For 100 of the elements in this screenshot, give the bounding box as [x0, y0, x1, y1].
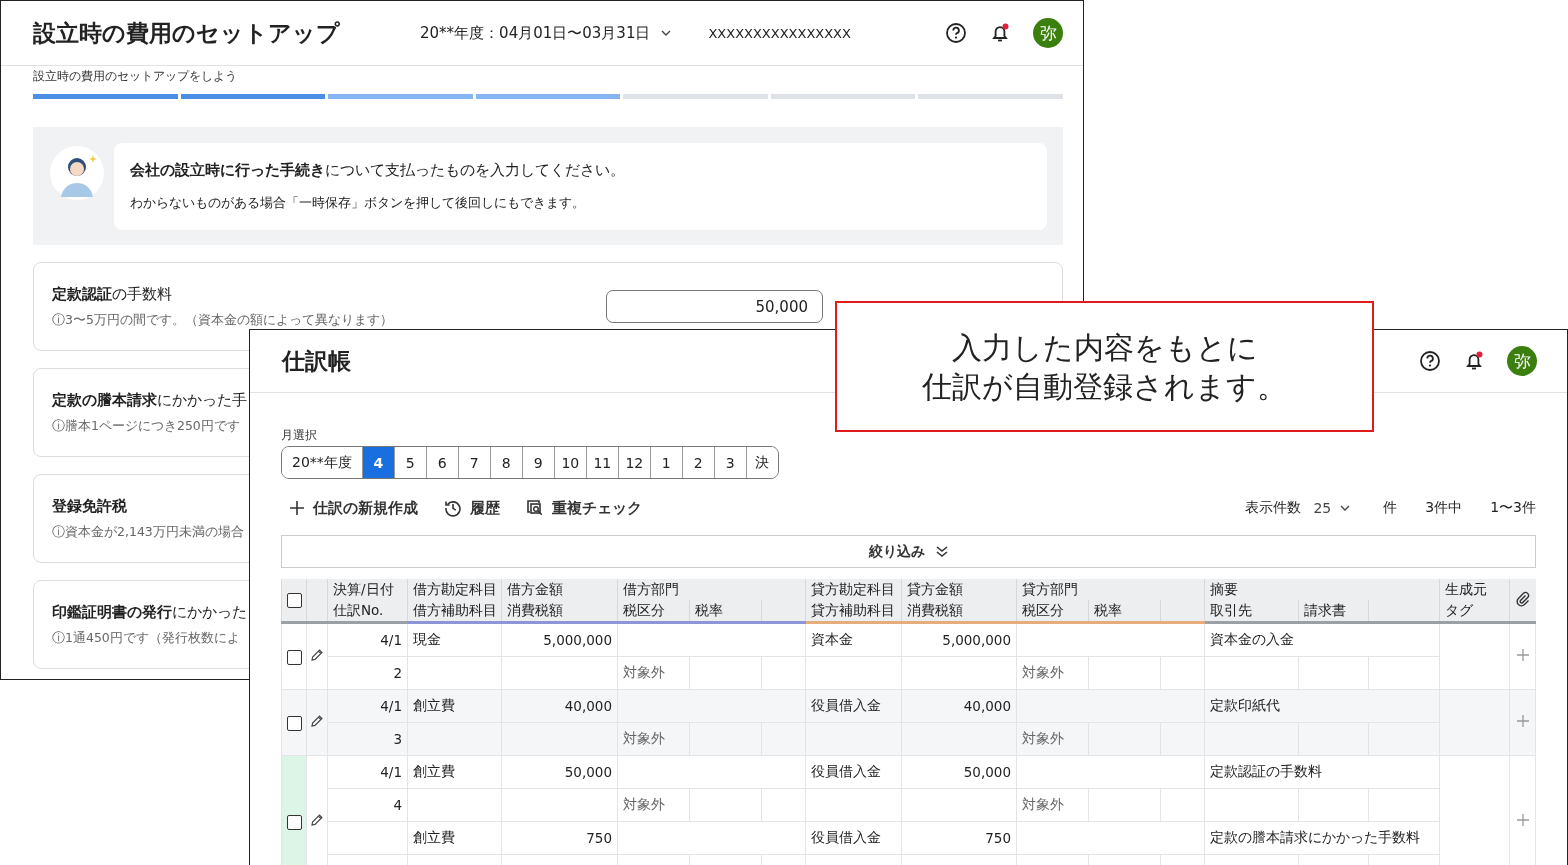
total-count: 3件中 [1425, 499, 1463, 517]
tax-class-cell: 対象外 [623, 664, 665, 680]
entry-date: 4/1 [380, 698, 402, 714]
debit-amount-cell: 40,000 [564, 698, 612, 714]
pencil-icon[interactable] [310, 714, 324, 728]
expense-hint: ⓘ3〜5万円の間です。（資本金の額によって異なります） [52, 311, 393, 329]
notice-text: わからないものがある場合「一時保存」ボタンを押して後回しにもできます。 [130, 194, 586, 212]
description-cell: 定款認証の手数料 [1210, 763, 1323, 779]
month-tab[interactable]: 4 [361, 447, 394, 478]
tax-class-cell: 対象外 [1022, 796, 1064, 812]
tax-class-cell: 対象外 [623, 796, 665, 812]
debit-account-cell: 創立費 [413, 829, 455, 845]
row-checkbox[interactable] [286, 649, 302, 665]
page-size-label: 表示件数 [1245, 499, 1302, 517]
column-header: 生成元 [1439, 579, 1510, 600]
duplicate-search-icon [526, 499, 544, 517]
notification-bell-icon[interactable] [989, 22, 1011, 44]
result-range: 1〜3件 [1490, 499, 1536, 517]
entry-number: 2 [393, 665, 402, 681]
column-header: 借方部門 [617, 579, 806, 600]
column-header: タグ [1439, 600, 1510, 623]
debit-account-cell: 創立費 [413, 763, 455, 779]
page-size-dropdown[interactable]: 25 [1313, 500, 1352, 516]
column-header: 貸方金額 [901, 579, 1017, 600]
caret-icon [1339, 504, 1352, 512]
notice-text: 会社の設立時に行った手続きについて支払ったものを入力してください。 [130, 161, 626, 180]
column-header: 取引先 [1204, 600, 1299, 623]
credit-account-cell: 役員借入金 [811, 697, 881, 713]
column-header: 借方勘定科目 [407, 579, 502, 600]
row-checkbox[interactable] [286, 715, 302, 731]
column-header: 請求書 [1298, 600, 1369, 623]
help-icon[interactable] [945, 22, 967, 44]
column-header: 貸方補助科目 [805, 600, 902, 623]
help-icon[interactable] [1419, 350, 1441, 372]
caret-icon [660, 29, 673, 37]
pencil-icon[interactable] [310, 648, 324, 662]
paperclip-icon [1515, 590, 1530, 607]
entry-number: 4 [393, 797, 402, 813]
tax-class-cell: 対象外 [1022, 664, 1064, 680]
column-header: 決算/日付 [327, 579, 408, 600]
page-subtitle: 設立時の費用のセットアップをしよう [33, 68, 238, 85]
expense-title: 定款の謄本請求にかかった手 [52, 390, 247, 410]
period-dropdown[interactable]: 20**年度：04月01日〜03月31日 [420, 23, 673, 43]
support-avatar-icon [49, 145, 105, 201]
column-header: 税区分 [617, 600, 690, 623]
column-header: 税区分 [1016, 600, 1089, 623]
debit-account-cell: 現金 [413, 631, 441, 647]
user-avatar[interactable]: 弥 [1033, 18, 1063, 48]
column-header: 税率 [1088, 600, 1161, 623]
column-header: 消費税額 [901, 600, 1017, 623]
toolbar-button[interactable]: 履歴 [434, 498, 510, 518]
double-chevron-icon [934, 544, 949, 559]
column-header: 税率 [689, 600, 762, 623]
column-header: 摘要 [1204, 579, 1440, 600]
column-header: 仕訳No. [327, 600, 408, 623]
description-cell: 資本金の入金 [1210, 631, 1295, 647]
month-label: 月選択 [281, 427, 317, 444]
credit-amount-cell: 5,000,000 [942, 632, 1011, 648]
expense-title: 定款認証の手数料 [52, 284, 172, 304]
month-tab[interactable]: 決 [745, 447, 778, 478]
column-header: 借方金額 [501, 579, 618, 600]
column-header: 借方補助科目 [407, 600, 502, 623]
entry-date: 4/1 [380, 764, 402, 780]
page-size-unit: 件 [1383, 499, 1398, 517]
row-checkbox[interactable] [286, 814, 302, 830]
credit-account-cell: 役員借入金 [811, 829, 881, 845]
company-name: XXXXXXXXXXXXXXXX [708, 25, 851, 41]
select-all-checkbox[interactable] [287, 593, 302, 609]
expense-hint: ⓘ1通450円です（発行枚数によ [52, 629, 240, 647]
expense-hint: ⓘ資本金が2,143万円未満の場合 [52, 523, 244, 541]
expense-title: 登録免許税 [52, 496, 127, 516]
column-header: 貸方部門 [1016, 579, 1205, 600]
debit-amount-cell: 5,000,000 [543, 632, 612, 648]
credit-amount-cell: 40,000 [963, 698, 1011, 714]
notification-bell-icon[interactable] [1463, 350, 1485, 372]
expense-title: 印鑑証明書の発行にかかった [52, 602, 247, 622]
credit-amount-cell: 750 [985, 830, 1011, 846]
window-title: 設立時の費用のセットアップ [33, 18, 340, 48]
window-title: 仕訳帳 [282, 346, 351, 376]
callout-text: 仕訳が自動登録されます。 [922, 368, 1287, 405]
debit-amount-cell: 750 [586, 830, 612, 846]
user-avatar[interactable]: 弥 [1507, 346, 1537, 376]
debit-account-cell: 創立費 [413, 697, 455, 713]
callout-text: 入力した内容をもとに [951, 329, 1258, 366]
entry-date: 4/1 [380, 632, 402, 648]
amount-input[interactable]: 50,000 [606, 290, 823, 323]
credit-account-cell: 資本金 [811, 631, 853, 647]
credit-amount-cell: 50,000 [963, 764, 1011, 780]
debit-amount-cell: 50,000 [564, 764, 612, 780]
plus-icon [289, 500, 305, 516]
pencil-icon[interactable] [310, 813, 324, 827]
tax-class-cell: 対象外 [1022, 730, 1064, 746]
credit-account-cell: 役員借入金 [811, 763, 881, 779]
history-icon [444, 499, 462, 517]
column-header: 貸方勘定科目 [805, 579, 902, 600]
filter-bar[interactable]: 絞り込み [281, 535, 1536, 568]
toolbar-button[interactable]: 仕訳の新規作成 [281, 498, 428, 518]
description-cell: 定款の謄本請求にかかった手数料 [1210, 829, 1421, 845]
toolbar-button[interactable]: 重複チェック [516, 498, 652, 518]
entry-number: 3 [393, 731, 402, 747]
